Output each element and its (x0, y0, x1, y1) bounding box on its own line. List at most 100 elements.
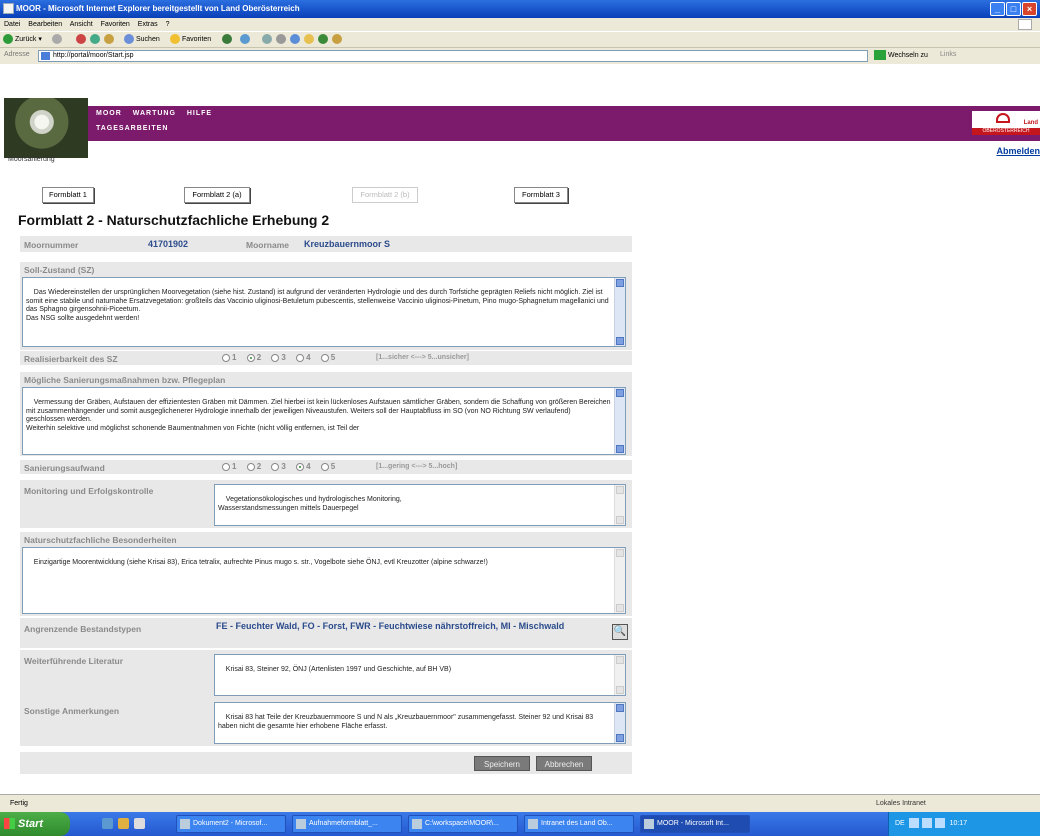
stop-button[interactable] (76, 34, 88, 46)
scroll-down-icon[interactable] (616, 516, 624, 524)
refresh-button[interactable] (90, 34, 102, 46)
radio-circle[interactable] (222, 462, 230, 471)
realisierbarkeit-option-5[interactable]: 5 (320, 353, 335, 362)
logout-link[interactable]: Abmelden (996, 146, 1040, 156)
messenger-button[interactable] (318, 34, 330, 46)
menu-edit[interactable]: Bearbeiten (28, 21, 62, 28)
folder-button[interactable] (304, 34, 316, 46)
menu-file[interactable]: Datei (4, 21, 20, 28)
radio-circle[interactable] (320, 462, 329, 471)
start-button[interactable]: Start (0, 812, 70, 836)
menu-tools[interactable]: Extras (138, 21, 158, 28)
menu-view[interactable]: Ansicht (70, 21, 93, 28)
scroll-down-icon[interactable] (616, 604, 624, 612)
address-input[interactable]: http://portal/moor/Start.jsp (38, 50, 868, 62)
tab-formblatt-1[interactable]: Formblatt 1 (42, 187, 94, 203)
save-button[interactable]: Speichern (474, 756, 530, 771)
task-intranet[interactable]: Intranet des Land Ob... (524, 815, 634, 833)
monitoring-scrollbar[interactable] (614, 485, 625, 525)
print-button[interactable] (276, 34, 288, 46)
quicklaunch-desktop-icon[interactable] (134, 818, 145, 829)
scroll-down-icon[interactable] (616, 445, 624, 453)
favorites-button[interactable]: Favoriten (170, 34, 211, 46)
tools-button[interactable] (332, 34, 344, 46)
scroll-down-icon[interactable] (616, 337, 624, 345)
literatur-textarea[interactable]: Krisai 83, Steiner 92, ÖNJ (Artenlisten … (214, 654, 626, 696)
tab-formblatt-2a[interactable]: Formblatt 2 (a) (184, 187, 250, 203)
quicklaunch-ie-icon[interactable] (102, 818, 113, 829)
soll-textarea[interactable]: Das Wiedereinstellen der ursprünglichen … (22, 277, 626, 347)
radio-circle[interactable] (320, 353, 329, 362)
soll-scrollbar[interactable] (614, 278, 625, 346)
anmerkungen-scrollbar[interactable] (614, 703, 625, 743)
scroll-up-icon[interactable] (616, 389, 624, 397)
scroll-up-icon[interactable] (616, 279, 624, 287)
lookup-search-button[interactable]: 🔍 (612, 624, 628, 640)
radio-circle[interactable] (222, 353, 230, 362)
radio-circle[interactable] (246, 462, 255, 471)
aufwand-option-2[interactable]: 2 (246, 462, 261, 471)
search-button[interactable]: Suchen (124, 34, 160, 46)
task-workspace-folder[interactable]: C:\workspace\MOOR\... (408, 815, 518, 833)
history-button[interactable] (240, 34, 252, 46)
nav-moor[interactable]: MOOR (96, 110, 122, 117)
radio-circle[interactable] (271, 353, 280, 362)
realisierbarkeit-option-3[interactable]: 3 (271, 353, 286, 362)
aufwand-option-1[interactable]: 1 (222, 462, 236, 471)
scroll-up-icon[interactable] (616, 486, 624, 494)
moor-name-label: Moorname (246, 240, 289, 250)
scroll-down-icon[interactable] (616, 734, 624, 742)
tab-formblatt-3[interactable]: Formblatt 3 (514, 187, 568, 203)
nav-tagesarbeiten[interactable]: TAGESARBEITEN (96, 125, 168, 132)
radio-circle[interactable] (296, 353, 305, 362)
literatur-scrollbar[interactable] (614, 655, 625, 695)
monitoring-textarea[interactable]: Vegetationsökologisches und hydrologisch… (214, 484, 626, 526)
realisierbarkeit-option-4[interactable]: 4 (296, 353, 311, 362)
nav-wartung[interactable]: WARTUNG (133, 110, 176, 117)
radio-circle-selected[interactable] (246, 353, 255, 362)
massnahmen-scrollbar[interactable] (614, 388, 625, 454)
edit-button[interactable] (290, 34, 302, 46)
cancel-button[interactable]: Abbrechen (536, 756, 592, 771)
task-aufnahmeformblatt[interactable]: Aufnahmeformblatt_... (292, 815, 402, 833)
scroll-up-icon[interactable] (616, 656, 624, 664)
media-button[interactable] (222, 34, 234, 46)
address-url: http://portal/moor/Start.jsp (53, 52, 134, 59)
radio-circle[interactable] (271, 462, 280, 471)
besonderheiten-textarea[interactable]: Einzigartige Moorentwicklung (siehe Kris… (22, 547, 626, 614)
forward-button[interactable] (52, 34, 64, 46)
besonderheiten-scrollbar[interactable] (614, 548, 625, 613)
aufwand-option-5[interactable]: 5 (320, 462, 335, 471)
realisierbarkeit-option-2[interactable]: 2 (246, 353, 261, 362)
go-button[interactable]: Wechseln zu (874, 50, 928, 62)
anmerkungen-textarea[interactable]: Krisai 83 hat Teile der Kreuzbauernmoore… (214, 702, 626, 744)
land-ooe-logo: Land OBERÖSTERREICH (972, 111, 1040, 135)
scroll-up-icon[interactable] (616, 549, 624, 557)
massnahmen-textarea[interactable]: Vermessung der Gräben, Aufstauen der eff… (22, 387, 626, 455)
minimize-button[interactable]: _ (990, 2, 1005, 16)
back-button[interactable]: Zurück ▾ (3, 34, 42, 46)
menu-favorites[interactable]: Favoriten (101, 21, 130, 28)
tray-volume-icon[interactable] (934, 818, 945, 829)
task-word-document[interactable]: Dokument2 - Microsof... (176, 815, 286, 833)
radio-circle-selected[interactable] (296, 462, 305, 471)
tray-antivirus-icon[interactable] (921, 818, 932, 829)
links-label[interactable]: Links (940, 51, 956, 58)
scroll-up-icon[interactable] (616, 704, 624, 712)
close-button[interactable]: × (1022, 2, 1037, 16)
realisierbarkeit-option-1[interactable]: 1 (222, 353, 236, 362)
tray-network-icon[interactable] (908, 818, 919, 829)
task-moor-ie[interactable]: MOOR - Microsoft Int... (640, 815, 750, 833)
mail-button[interactable] (262, 34, 274, 46)
scroll-down-icon[interactable] (616, 686, 624, 694)
nav-hilfe[interactable]: HILFE (187, 110, 212, 117)
taskbar: Start Dokument2 - Microsof... Aufnahmefo… (0, 812, 1040, 836)
home-button[interactable] (104, 34, 116, 46)
menu-help[interactable]: ? (166, 21, 170, 28)
maximize-button[interactable]: □ (1006, 2, 1021, 16)
language-indicator[interactable]: DE (895, 820, 905, 827)
status-bar: Fertig Lokales Intranet (0, 794, 1040, 812)
quicklaunch-folder-icon[interactable] (118, 818, 129, 829)
aufwand-option-3[interactable]: 3 (271, 462, 286, 471)
aufwand-option-4[interactable]: 4 (296, 462, 311, 471)
